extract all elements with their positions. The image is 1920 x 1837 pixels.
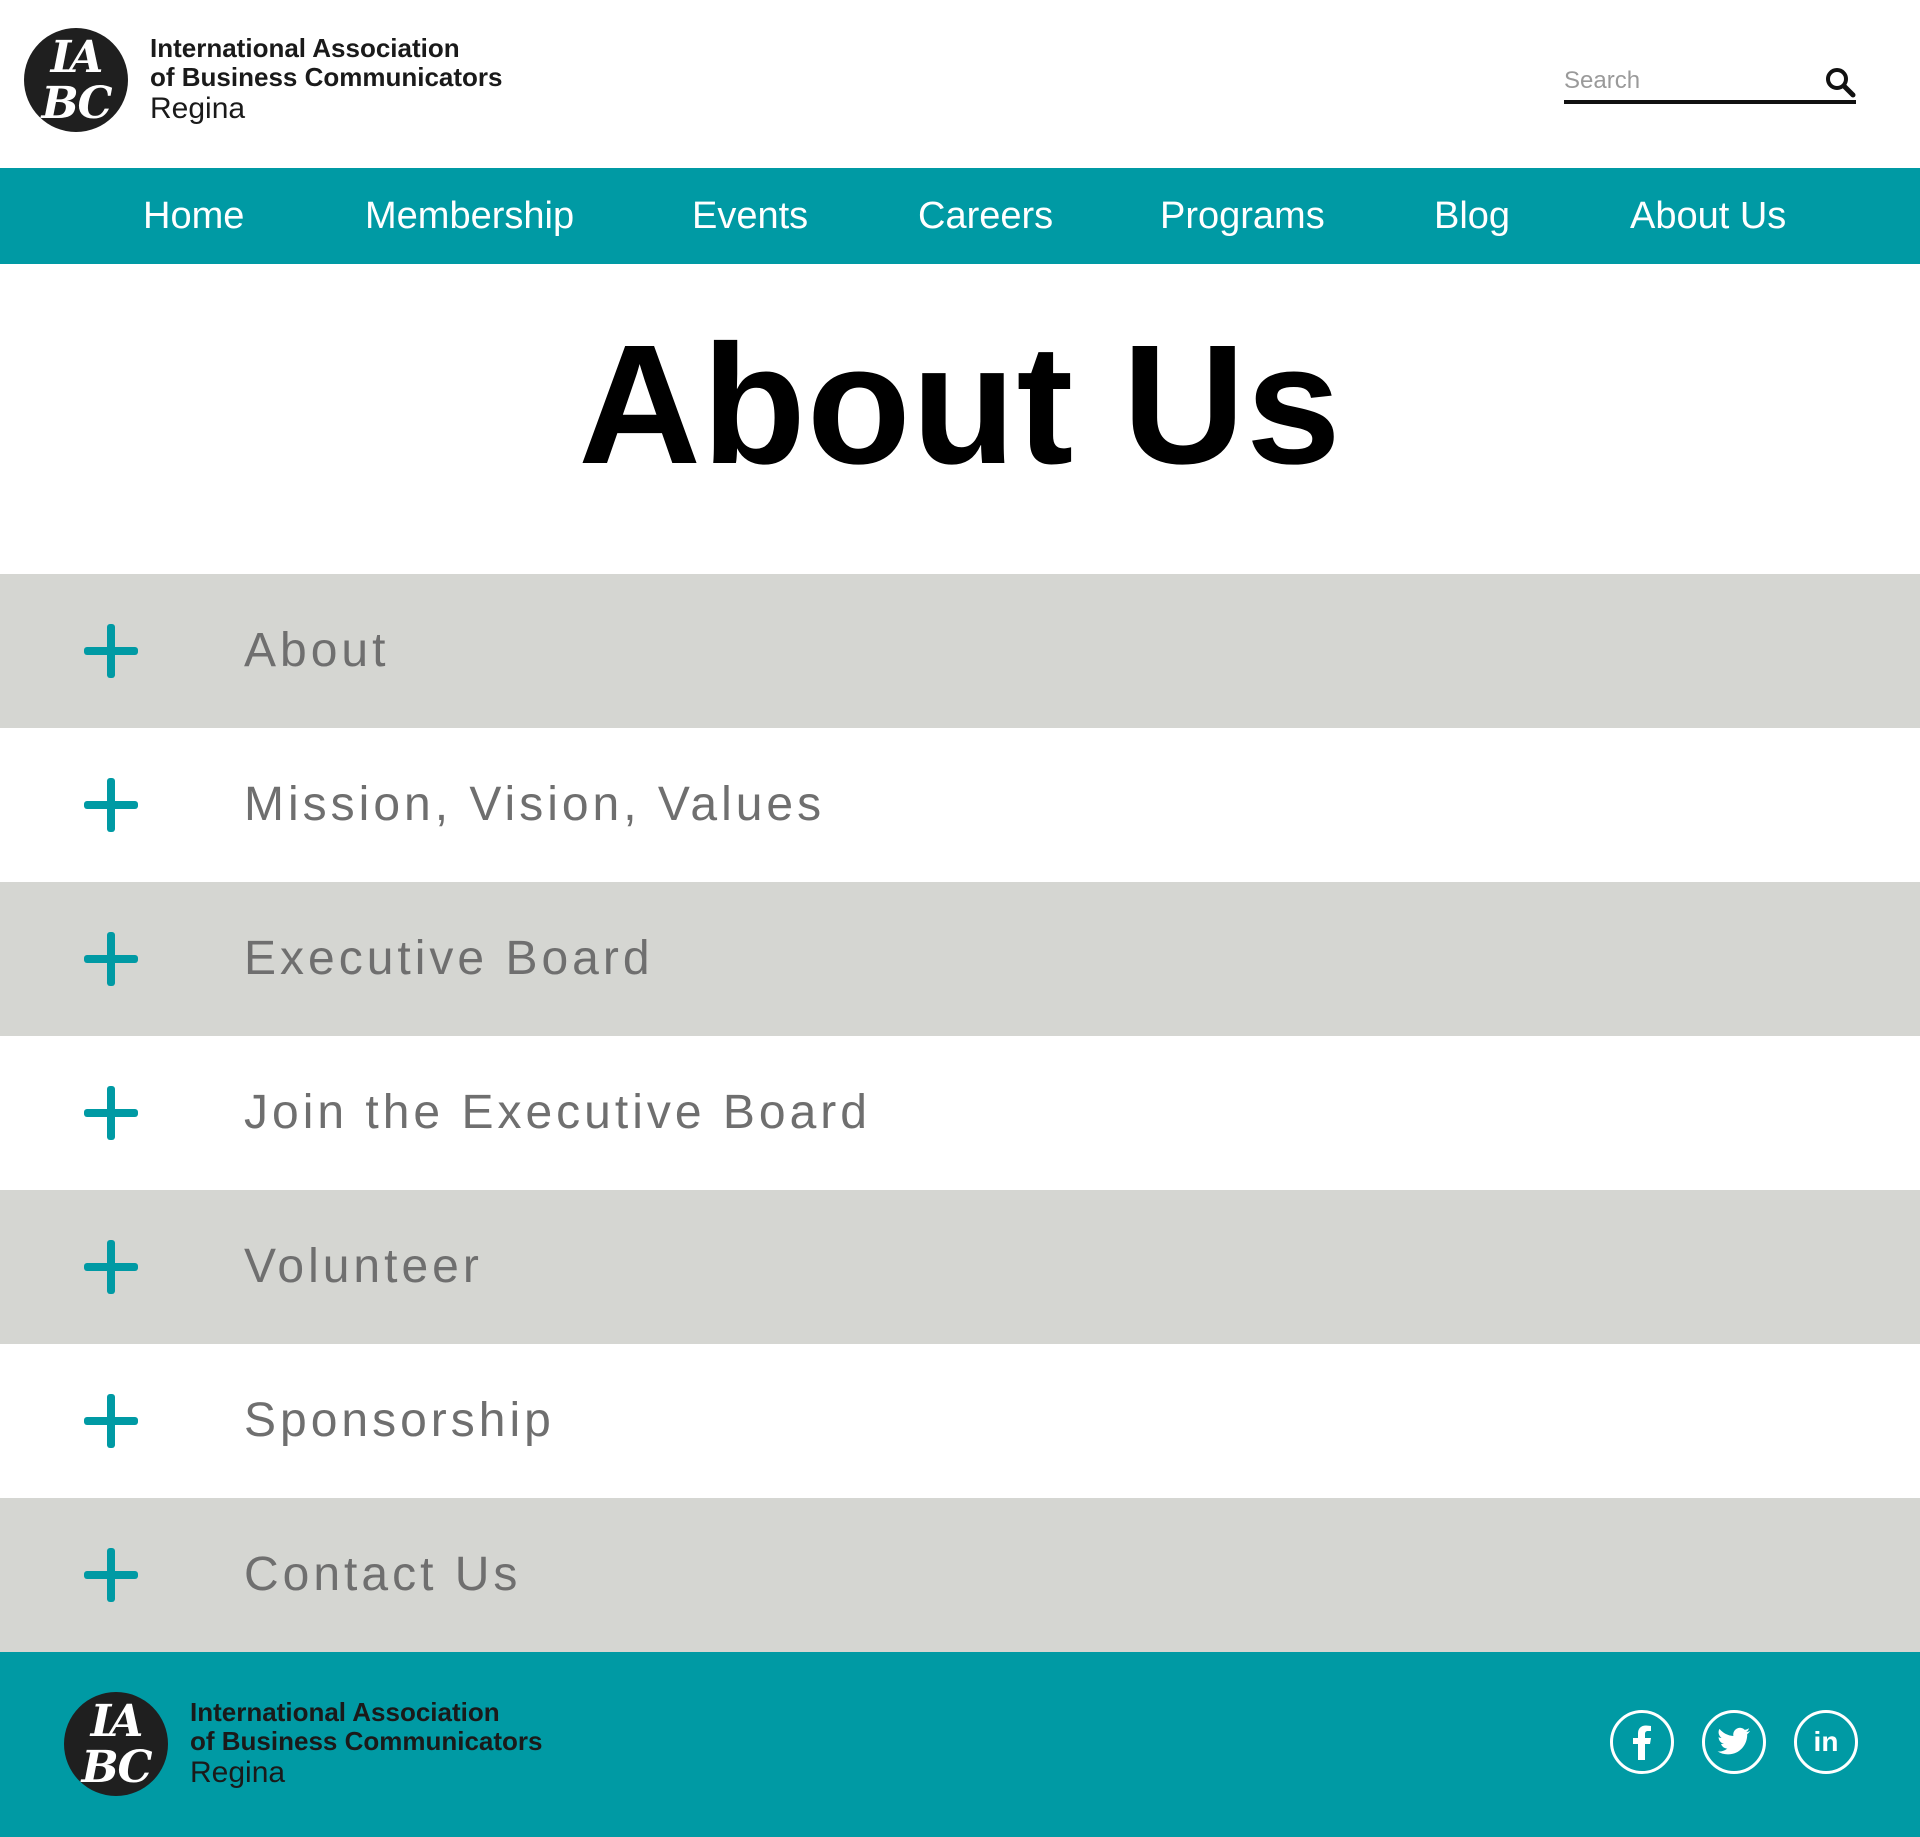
accordion-label: Sponsorship (244, 1394, 555, 1447)
iabc-logo-mark: IA BC (24, 28, 128, 132)
logo-mark-top: IA (50, 32, 104, 83)
plus-icon[interactable] (84, 778, 138, 832)
site-header: IA BC International Association of Busin… (0, 0, 1920, 168)
plus-icon[interactable] (84, 932, 138, 986)
accordion-label: Volunteer (244, 1240, 483, 1293)
nav-item-about-us[interactable]: About Us (1630, 168, 1786, 264)
accordion-label: About (244, 624, 390, 677)
plus-icon[interactable] (84, 1086, 138, 1140)
nav-item-blog[interactable]: Blog (1434, 168, 1510, 264)
logo-line-3: Regina (150, 92, 246, 126)
logo-mark-bottom: BC (41, 78, 112, 129)
nav-item-home[interactable]: Home (143, 168, 244, 264)
plus-icon[interactable] (84, 1240, 138, 1294)
linkedin-link[interactable]: in (1794, 1710, 1858, 1774)
site-logo[interactable]: IA BC International Association of Busin… (24, 28, 503, 132)
accordion-item-executive-board[interactable]: Executive Board (0, 882, 1920, 1036)
logo-text: International Association of Business Co… (150, 33, 503, 126)
nav-item-programs[interactable]: Programs (1160, 168, 1325, 264)
footer-logo-text: International Association of Business Co… (190, 1697, 543, 1790)
about-accordion: About Mission, Vision, Values Executive … (0, 574, 1920, 1652)
accordion-item-sponsorship[interactable]: Sponsorship (0, 1344, 1920, 1498)
facebook-icon (1631, 1724, 1653, 1760)
main-nav: Home Membership Events Careers Programs … (0, 168, 1920, 264)
search-icon[interactable] (1824, 66, 1856, 98)
accordion-label: Join the Executive Board (244, 1086, 871, 1139)
logo-line-1: International Association (150, 33, 460, 64)
logo-mark-top: IA (90, 1696, 144, 1747)
plus-icon[interactable] (84, 1548, 138, 1602)
accordion-item-join-executive-board[interactable]: Join the Executive Board (0, 1036, 1920, 1190)
nav-item-events[interactable]: Events (692, 168, 808, 264)
page-title: About Us (578, 310, 1342, 500)
plus-icon[interactable] (84, 624, 138, 678)
accordion-item-mission-vision-values[interactable]: Mission, Vision, Values (0, 728, 1920, 882)
facebook-link[interactable] (1610, 1710, 1674, 1774)
footer-logo[interactable]: IA BC International Association of Busin… (64, 1692, 543, 1796)
accordion-item-about[interactable]: About (0, 574, 1920, 728)
logo-line-1: International Association (190, 1697, 500, 1728)
accordion-item-volunteer[interactable]: Volunteer (0, 1190, 1920, 1344)
nav-item-careers[interactable]: Careers (918, 168, 1053, 264)
accordion-label: Executive Board (244, 932, 654, 985)
twitter-link[interactable] (1702, 1710, 1766, 1774)
twitter-icon (1717, 1727, 1751, 1757)
search-box (1564, 60, 1856, 104)
logo-mark-bottom: BC (81, 1742, 152, 1793)
accordion-label: Contact Us (244, 1548, 522, 1601)
logo-line-3: Regina (190, 1756, 286, 1790)
accordion-item-contact-us[interactable]: Contact Us (0, 1498, 1920, 1652)
iabc-logo-mark: IA BC (64, 1692, 168, 1796)
nav-item-membership[interactable]: Membership (365, 168, 574, 264)
search-input[interactable] (1564, 64, 1804, 98)
logo-line-2: of Business Communicators (190, 1726, 543, 1757)
site-footer: IA BC International Association of Busin… (0, 1652, 1920, 1837)
social-links: in (1610, 1710, 1858, 1774)
linkedin-icon: in (1813, 1726, 1839, 1757)
logo-line-2: of Business Communicators (150, 62, 503, 93)
plus-icon[interactable] (84, 1394, 138, 1448)
accordion-label: Mission, Vision, Values (244, 778, 826, 831)
